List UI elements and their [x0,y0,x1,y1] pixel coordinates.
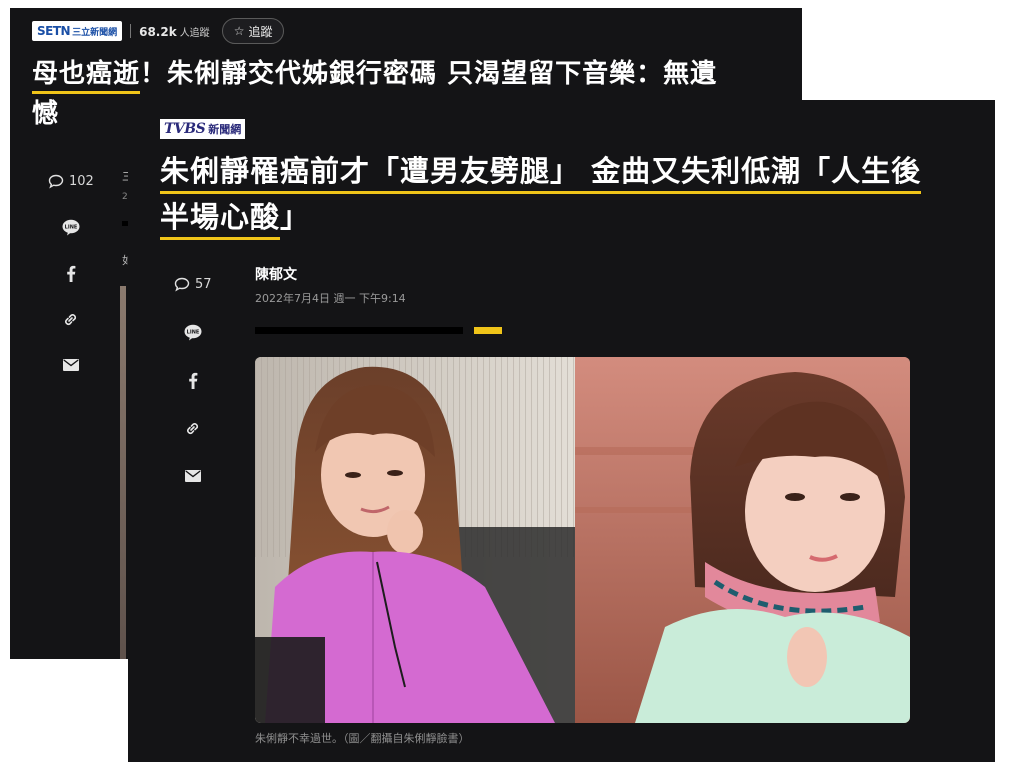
svg-text:LINE: LINE [186,329,199,335]
publish-date: 2022年7月4日 週一 下午9:14 [255,292,406,305]
setn-share-rail: 102 LINE [48,158,94,388]
tvbs-share-rail: 57 LINE [174,260,212,500]
facebook-icon [67,265,76,282]
svg-text:LINE: LINE [65,224,78,230]
mail-icon [62,359,79,371]
tvbs-headline[interactable]: 朱俐靜罹癌前才「遭男友劈腿」 金曲又失利低潮「人生後 半場心酸」 [160,148,990,240]
line-icon: LINE [62,219,80,235]
article-photo[interactable] [255,357,910,723]
email-share-button[interactable] [184,452,201,500]
photo-right-scarf [575,357,910,723]
link-icon [187,422,199,434]
facebook-icon [188,372,198,389]
email-share-button[interactable] [62,342,79,388]
setn-logo[interactable]: SETN 三立新聞網 [32,21,123,41]
setn-header: SETN 三立新聞網 68.2k 人追蹤 ☆ 追蹤 [32,16,285,46]
loading-bar [255,327,463,334]
divider [130,24,132,38]
author-name[interactable]: 陳郁文 [255,264,297,284]
comment-icon [174,277,190,292]
comment-icon [48,174,64,189]
line-share-button[interactable]: LINE [62,204,80,250]
link-icon [65,313,77,325]
facebook-share-button[interactable] [66,250,76,296]
line-share-button[interactable]: LINE [184,308,202,356]
tvbs-article-card: TVBS 新聞網 朱俐靜罹癌前才「遭男友劈腿」 金曲又失利低潮「人生後 半場心酸」… [128,100,995,762]
follow-button[interactable]: ☆ 追蹤 [221,18,285,44]
copy-link-button[interactable] [184,404,201,452]
mail-icon [184,470,201,482]
star-icon: ☆ [233,24,245,38]
comment-button[interactable]: 57 [174,260,212,308]
hidden-image-edge [120,286,126,659]
photo-left-pink-sweater [255,357,575,723]
hidden-text-fragment: 2 [122,192,128,202]
follower-count: 68.2k 人追蹤 [139,24,210,39]
line-icon: LINE [184,324,202,340]
copy-link-button[interactable] [62,296,79,342]
facebook-share-button[interactable] [188,356,198,404]
accent-bar [474,327,502,334]
tvbs-logo[interactable]: TVBS 新聞網 [160,119,246,139]
comment-button[interactable]: 102 [48,158,94,204]
photo-caption: 朱俐靜不幸過世。（圖／翻攝自朱俐靜臉書） [255,732,470,745]
